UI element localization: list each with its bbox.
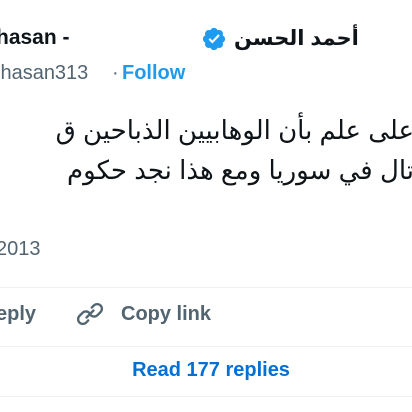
read-replies-button[interactable]: Read 177 replies (0, 359, 412, 382)
divider (0, 396, 412, 397)
author-handle[interactable]: lhasan313 (0, 62, 88, 85)
tweet-text-line: على علم بأن الوهابيين الذباحين ق (55, 115, 412, 145)
tweet-timestamp[interactable]: 2013 (0, 238, 41, 261)
divider (0, 287, 412, 288)
verified-badge-icon (202, 27, 226, 51)
author-name[interactable]: hasan - (0, 26, 70, 50)
tweet-text-line: تال في سوريا ومع هذا نجد حكوم (67, 155, 412, 185)
author-name-arabic[interactable]: أحمد الحسن (234, 26, 359, 51)
reply-button[interactable]: eply (0, 303, 36, 326)
follow-button[interactable]: Follow (122, 62, 185, 85)
link-icon[interactable] (76, 300, 104, 328)
divider (0, 346, 412, 347)
copy-link-button[interactable]: Copy link (121, 303, 211, 326)
separator-dot: · (112, 62, 119, 84)
